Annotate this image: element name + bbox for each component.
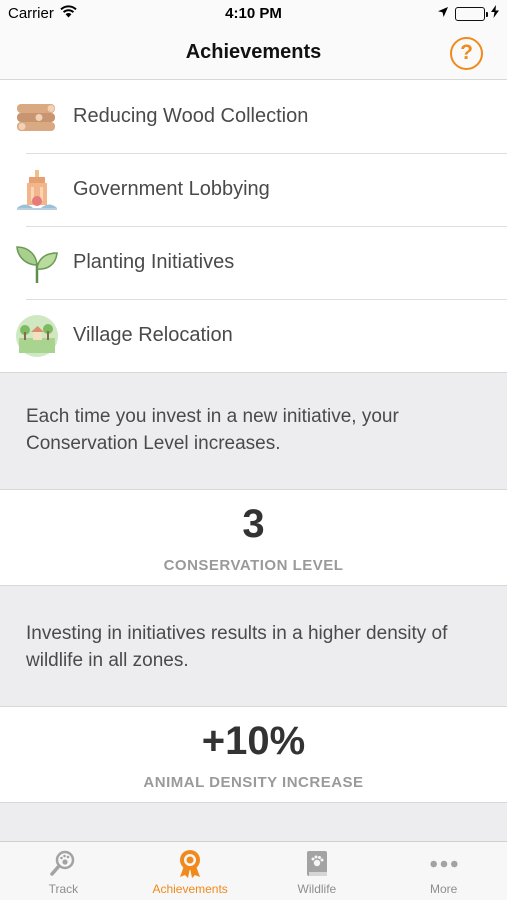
list-item-village-relocation[interactable]: Village Relocation — [0, 299, 507, 372]
wood-logs-icon — [14, 94, 60, 140]
tab-label: Track — [48, 882, 79, 896]
more-dots-icon — [429, 849, 459, 879]
award-ribbon-icon — [175, 849, 205, 879]
navigation-bar: Achievements ? — [0, 28, 507, 80]
initiatives-list: Reducing Wood Collection Government Lobb… — [0, 80, 507, 373]
tab-more[interactable]: More — [380, 842, 507, 900]
tab-wildlife[interactable]: Wildlife — [254, 842, 381, 900]
seedling-icon — [14, 240, 60, 286]
tab-track[interactable]: Track — [0, 842, 127, 900]
help-button[interactable]: ? — [450, 37, 483, 70]
paw-magnifier-icon — [48, 849, 78, 879]
conservation-level-card: 3 CONSERVATION LEVEL — [0, 489, 507, 586]
animal-density-value: +10% — [201, 719, 306, 763]
list-item-government-lobbying[interactable]: Government Lobbying — [0, 153, 507, 226]
village-landscape-icon — [14, 313, 60, 359]
density-info-text: Investing in initiatives results in a hi… — [0, 620, 507, 674]
page-title: Achievements — [185, 41, 322, 63]
battery-icon — [455, 6, 488, 21]
animal-density-label: ANIMAL DENSITY INCREASE — [143, 774, 364, 791]
charging-bolt-icon — [491, 5, 499, 22]
tab-achievements[interactable]: Achievements — [127, 842, 254, 900]
conservation-level-label: CONSERVATION LEVEL — [163, 557, 344, 574]
item-label: Government Lobbying — [73, 178, 270, 200]
animal-density-card: +10% ANIMAL DENSITY INCREASE — [0, 706, 507, 803]
item-label: Village Relocation — [73, 324, 233, 346]
status-bar: Carrier 4:10 PM — [0, 0, 507, 28]
item-label: Reducing Wood Collection — [73, 105, 309, 127]
tab-bar: Track Achievements Wildlife More — [0, 841, 507, 900]
location-arrow-icon — [437, 5, 449, 22]
tab-label: More — [429, 882, 458, 896]
list-item-reducing-wood-collection[interactable]: Reducing Wood Collection — [0, 80, 507, 153]
tab-label: Wildlife — [297, 882, 337, 896]
status-time: 4:10 PM — [225, 5, 282, 22]
tab-label: Achievements — [152, 882, 228, 896]
conservation-level-value: 3 — [242, 502, 265, 546]
item-label: Planting Initiatives — [73, 251, 235, 273]
help-question-icon: ? — [460, 41, 473, 64]
list-item-planting-initiatives[interactable]: Planting Initiatives — [0, 226, 507, 299]
conservation-info-text: Each time you invest in a new initiative… — [0, 403, 507, 457]
wildlife-book-icon — [302, 849, 332, 879]
government-building-icon — [14, 167, 60, 213]
